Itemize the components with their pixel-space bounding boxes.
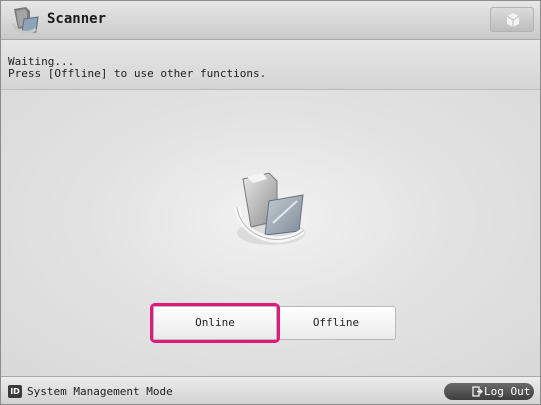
main-panel: Online Offline bbox=[1, 90, 540, 375]
cube-icon bbox=[506, 13, 520, 27]
scanner-icon bbox=[10, 5, 40, 35]
log-out-button[interactable]: Log Out bbox=[444, 383, 534, 400]
corner-menu-button[interactable] bbox=[490, 7, 534, 32]
scanner-screen: Scanner Waiting... Press [Offline] to us… bbox=[0, 0, 541, 405]
selected-highlight bbox=[150, 303, 280, 343]
title-bar: Scanner bbox=[1, 1, 540, 40]
page-title: Scanner bbox=[47, 11, 107, 27]
status-message: Waiting... Press [Offline] to use other … bbox=[1, 40, 540, 90]
offline-button[interactable]: Offline bbox=[276, 306, 396, 340]
bottom-bar: ID System Management Mode Log Out bbox=[1, 376, 540, 404]
scanner-waiting-icon bbox=[223, 157, 319, 253]
system-management-mode-label: System Management Mode bbox=[27, 385, 173, 398]
id-badge-icon: ID bbox=[8, 385, 22, 398]
log-out-label: Log Out bbox=[484, 385, 531, 398]
logout-icon bbox=[472, 386, 483, 397]
status-line-2: Press [Offline] to use other functions. bbox=[8, 67, 267, 80]
